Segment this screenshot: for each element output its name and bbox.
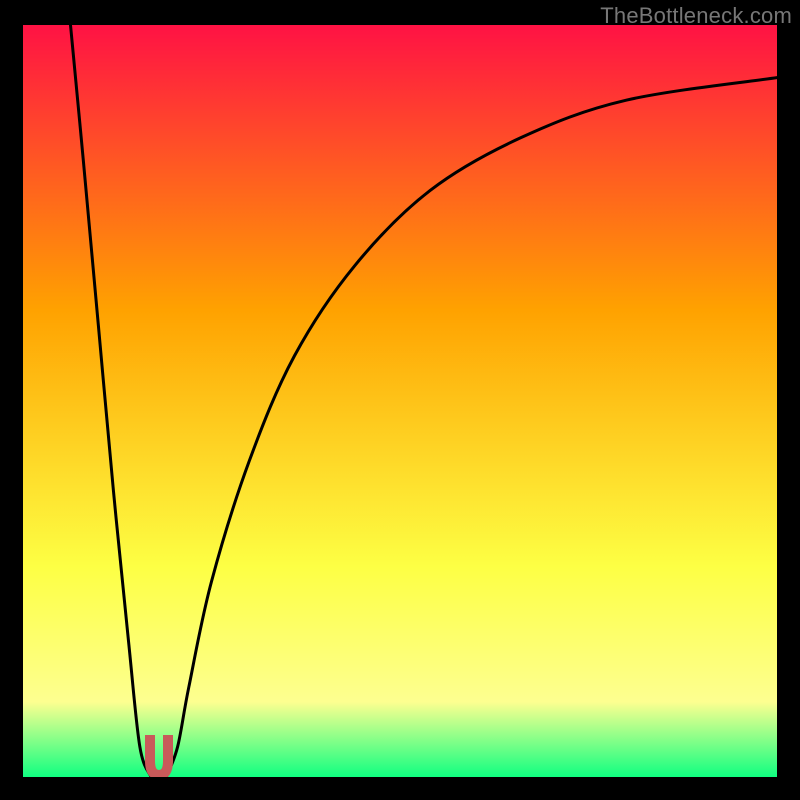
- figure-root: TheBottleneck.com: [0, 0, 800, 800]
- plot-area: [23, 25, 777, 777]
- background-gradient: [23, 25, 777, 777]
- watermark-text: TheBottleneck.com: [600, 3, 792, 29]
- chart-svg: [23, 25, 777, 777]
